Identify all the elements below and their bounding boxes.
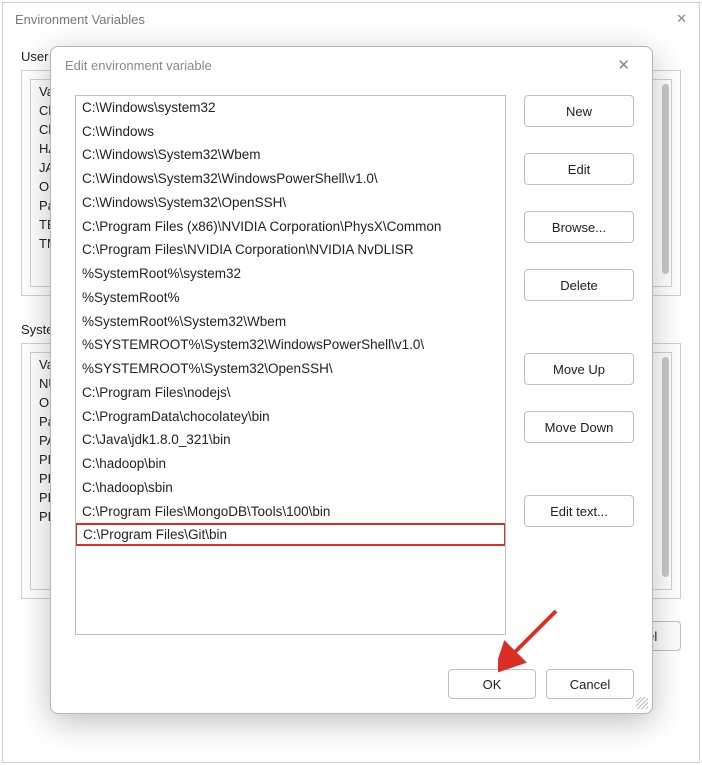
new-button[interactable]: New xyxy=(524,95,634,127)
modal-footer: OK Cancel xyxy=(51,659,652,713)
path-item[interactable]: C:\Windows\System32\WindowsPowerShell\v1… xyxy=(76,167,505,191)
path-item[interactable]: C:\Program Files (x86)\NVIDIA Corporatio… xyxy=(76,215,505,239)
path-item[interactable]: %SYSTEMROOT%\System32\WindowsPowerShell\… xyxy=(76,334,505,358)
path-item[interactable]: C:\Windows\System32\Wbem xyxy=(76,144,505,168)
path-item[interactable]: C:\Java\jdk1.8.0_321\bin xyxy=(76,429,505,453)
path-item-empty[interactable] xyxy=(76,545,505,569)
path-item[interactable]: C:\ProgramData\chocolatey\bin xyxy=(76,405,505,429)
edit-env-var-dialog: Edit environment variable ✕ C:\Windows\s… xyxy=(50,46,653,714)
path-item[interactable]: C:\Program Files\nodejs\ xyxy=(76,381,505,405)
parent-title: Environment Variables xyxy=(15,12,145,27)
path-item[interactable]: C:\Windows\System32\OpenSSH\ xyxy=(76,191,505,215)
path-item[interactable]: C:\Windows\system32 xyxy=(76,96,505,120)
browse-button[interactable]: Browse... xyxy=(524,211,634,243)
path-item[interactable]: C:\Windows xyxy=(76,120,505,144)
modal-ok-button[interactable]: OK xyxy=(448,669,536,699)
path-item-empty[interactable] xyxy=(76,593,505,617)
edit-button[interactable]: Edit xyxy=(524,153,634,185)
move-up-button[interactable]: Move Up xyxy=(524,353,634,385)
path-item-empty[interactable] xyxy=(76,617,505,636)
path-item[interactable]: %SystemRoot% xyxy=(76,286,505,310)
path-item[interactable]: C:\Program Files\Git\bin xyxy=(75,523,506,547)
path-item[interactable]: %SystemRoot%\System32\Wbem xyxy=(76,310,505,334)
path-item[interactable]: C:\Program Files\MongoDB\Tools\100\bin xyxy=(76,500,505,524)
edit-text-button[interactable]: Edit text... xyxy=(524,495,634,527)
modal-cancel-button[interactable]: Cancel xyxy=(546,669,634,699)
modal-side-buttons: New Edit Browse... Delete Move Up Move D… xyxy=(524,95,634,651)
path-item[interactable]: %SYSTEMROOT%\System32\OpenSSH\ xyxy=(76,357,505,381)
modal-title: Edit environment variable xyxy=(65,58,212,73)
path-item[interactable]: C:\hadoop\bin xyxy=(76,452,505,476)
move-down-button[interactable]: Move Down xyxy=(524,411,634,443)
scrollbar[interactable] xyxy=(662,357,669,577)
scrollbar[interactable] xyxy=(662,84,669,274)
parent-titlebar: Environment Variables ✕ xyxy=(3,3,699,35)
path-item[interactable]: C:\hadoop\sbin xyxy=(76,476,505,500)
path-item-empty[interactable] xyxy=(76,569,505,593)
path-item[interactable]: %SystemRoot%\system32 xyxy=(76,262,505,286)
delete-button[interactable]: Delete xyxy=(524,269,634,301)
path-listbox[interactable]: C:\Windows\system32C:\WindowsC:\Windows\… xyxy=(75,95,506,635)
parent-close-icon[interactable]: ✕ xyxy=(676,11,687,27)
path-item[interactable]: C:\Program Files\NVIDIA Corporation\NVID… xyxy=(76,239,505,263)
modal-titlebar: Edit environment variable ✕ xyxy=(51,47,652,83)
close-icon[interactable]: ✕ xyxy=(609,52,638,78)
resize-grip-icon[interactable] xyxy=(636,697,648,709)
